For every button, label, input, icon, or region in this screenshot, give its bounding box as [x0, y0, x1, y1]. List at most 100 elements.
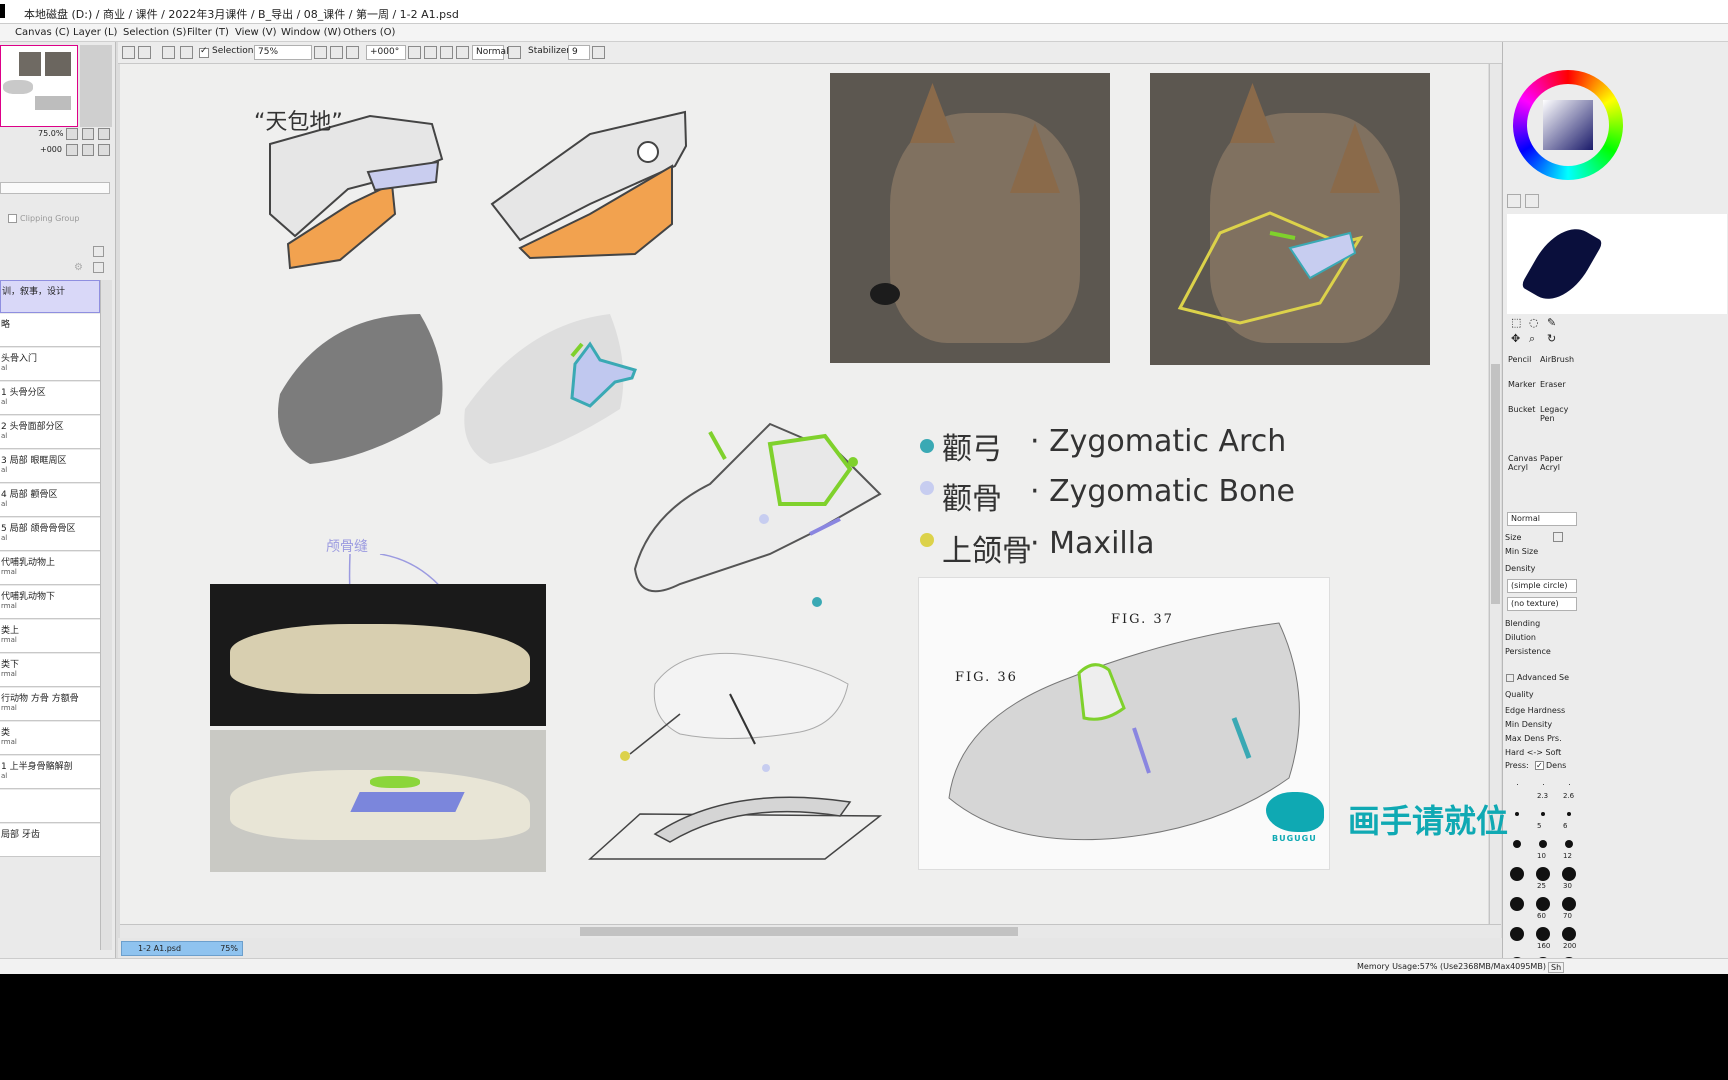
layer-row[interactable]: 局部 牙齿 — [0, 824, 100, 857]
delete-layer-button[interactable] — [93, 262, 104, 273]
invert-selection-button[interactable] — [138, 46, 151, 59]
layer-settings-icon[interactable]: ⚙ — [74, 262, 86, 274]
nav-rotate-right-button[interactable] — [82, 144, 94, 156]
color-wheel[interactable] — [1513, 70, 1623, 180]
nav-rotate-reset-button[interactable] — [98, 144, 110, 156]
layer-row[interactable]: 1 上半身骨骼解剖 al — [0, 756, 100, 789]
navigator-zoom: 75.0% — [38, 129, 64, 138]
stabilizer-icon[interactable] — [508, 46, 521, 59]
layer-row[interactable]: 4 局部 颧骨区 al — [0, 484, 100, 517]
zoom-select[interactable]: 75% — [254, 45, 312, 60]
select-rect-icon[interactable]: ⬚ — [1511, 316, 1521, 329]
rotate-right-button[interactable] — [424, 46, 437, 59]
nav-zoom-out-button[interactable] — [66, 128, 78, 140]
color-swap-button[interactable] — [1525, 194, 1539, 208]
nav-zoom-in-button[interactable] — [82, 128, 94, 140]
blend-mode-select[interactable]: Normal — [472, 45, 509, 60]
rotate-left-button[interactable] — [408, 46, 421, 59]
layer-row[interactable]: 训，叙事，设计 — [0, 280, 100, 313]
layer-row[interactable]: 头骨入门 al — [0, 348, 100, 381]
menu-selection[interactable]: Selection (S) — [123, 27, 186, 38]
color-mode-button[interactable] — [1507, 194, 1521, 208]
layer-row[interactable]: 3 局部 眼眶周区 al — [0, 450, 100, 483]
navigator-thumbnail[interactable] — [0, 45, 78, 127]
layer-mode: rmal — [1, 704, 17, 712]
layer-row[interactable] — [0, 790, 100, 823]
layer-row[interactable]: 类上 rmal — [0, 620, 100, 653]
tool-eraser[interactable]: Eraser — [1540, 380, 1566, 389]
navigator-scroll[interactable] — [80, 45, 112, 127]
horizontal-scroll-thumb[interactable] — [580, 927, 1018, 936]
new-layer-button[interactable] — [93, 246, 104, 257]
brush-texture-select[interactable]: (no texture) — [1507, 597, 1577, 611]
brush-shape-select[interactable]: (simple circle) — [1507, 579, 1577, 593]
advanced-toggle[interactable] — [1506, 674, 1514, 682]
tool-bucket[interactable]: Bucket — [1508, 405, 1535, 414]
brush-size-cell[interactable]: 30 — [1557, 864, 1581, 892]
rotate-icon[interactable]: ↻ — [1547, 332, 1556, 345]
layer-row[interactable]: 类 rmal — [0, 722, 100, 755]
stabilizer-dropdown[interactable] — [592, 46, 605, 59]
magic-wand-icon[interactable]: ✎ — [1547, 316, 1556, 329]
zoom-out-button[interactable] — [314, 46, 327, 59]
vertical-scroll-thumb[interactable] — [1491, 364, 1500, 604]
tool-paper-acryl[interactable]: Paper Acryl — [1540, 454, 1568, 472]
layer-row[interactable]: 行动物 方骨 方额骨 rmal — [0, 688, 100, 721]
deselect-button[interactable] — [122, 46, 135, 59]
clear-button[interactable] — [180, 46, 193, 59]
layer-blend-field[interactable] — [0, 182, 110, 194]
horizontal-scrollbar[interactable] — [120, 924, 1501, 938]
clipping-checkbox[interactable] — [8, 214, 17, 223]
brush-size-cell[interactable] — [1505, 864, 1529, 892]
zoom-reset-button[interactable] — [346, 46, 359, 59]
menu-others[interactable]: Others (O) — [343, 27, 395, 38]
brush-size-cell[interactable]: 200 — [1557, 924, 1581, 952]
brush-blend-select[interactable]: Normal — [1507, 512, 1577, 526]
flip-button[interactable] — [456, 46, 469, 59]
stabilizer-select[interactable]: 9 — [568, 45, 590, 60]
tool-legacy-pen[interactable]: Legacy Pen — [1540, 405, 1568, 423]
menu-canvas[interactable]: Canvas (C) — [15, 27, 70, 38]
brush-size-cell[interactable]: 25 — [1531, 864, 1555, 892]
layer-row[interactable]: 略 — [0, 314, 100, 347]
layer-name: 训，叙事，设计 — [2, 287, 66, 297]
layer-row[interactable]: 类下 rmal — [0, 654, 100, 687]
selection-checkbox[interactable]: ✓ — [199, 46, 209, 58]
zoom-in-button[interactable] — [330, 46, 343, 59]
tool-airbrush[interactable]: AirBrush — [1540, 355, 1574, 364]
zoom-icon[interactable]: ⌕ — [1529, 332, 1535, 346]
brush-size-cell[interactable]: 160 — [1531, 924, 1555, 952]
layer-row[interactable]: 2 头骨面部分区 al — [0, 416, 100, 449]
brush-size-cell[interactable]: 60 — [1531, 894, 1555, 922]
menu-layer[interactable]: Layer (L) — [73, 27, 117, 38]
rotate-reset-button[interactable] — [440, 46, 453, 59]
nav-rotate-left-button[interactable] — [66, 144, 78, 156]
legend-en-zygomatic-bone: · Zygomatic Bone — [1030, 474, 1295, 509]
layer-list-scrollbar[interactable] — [100, 280, 112, 950]
brush-size-cell[interactable]: 70 — [1557, 894, 1581, 922]
tool-marker[interactable]: Marker — [1508, 380, 1536, 389]
layer-row[interactable]: 代哺乳动物上 rmal — [0, 552, 100, 585]
tool-canvas-acryl[interactable]: Canvas Acryl — [1508, 454, 1537, 472]
transform-button[interactable] — [162, 46, 175, 59]
menu-filter[interactable]: Filter (T) — [187, 27, 229, 38]
size-toggle[interactable] — [1553, 532, 1563, 542]
brush-size-dot — [1562, 867, 1576, 881]
tool-pencil[interactable]: Pencil — [1508, 355, 1531, 364]
layer-row[interactable]: 代哺乳动物下 rmal — [0, 586, 100, 619]
max-dens-prs-label: Max Dens Prs. — [1505, 734, 1562, 743]
press-dens-checkbox[interactable]: ✓ — [1535, 761, 1544, 770]
nav-zoom-reset-button[interactable] — [98, 128, 110, 140]
layer-name: 3 局部 眼眶周区 — [1, 456, 67, 466]
menu-window[interactable]: Window (W) — [281, 27, 341, 38]
menu-view[interactable]: View (V) — [235, 27, 277, 38]
move-icon[interactable]: ✥ — [1511, 332, 1520, 345]
rotation-field[interactable]: +000° — [366, 45, 406, 60]
document-tab[interactable]: 1-2 A1.psd 75% — [121, 941, 243, 956]
brush-size-cell[interactable] — [1505, 924, 1529, 952]
layer-row[interactable]: 5 局部 颌骨骨骨区 al — [0, 518, 100, 551]
layer-name: 类 — [1, 728, 11, 738]
layer-row[interactable]: 1 头骨分区 al — [0, 382, 100, 415]
lasso-icon[interactable]: ◌ — [1529, 316, 1539, 329]
brush-size-cell[interactable] — [1505, 894, 1529, 922]
